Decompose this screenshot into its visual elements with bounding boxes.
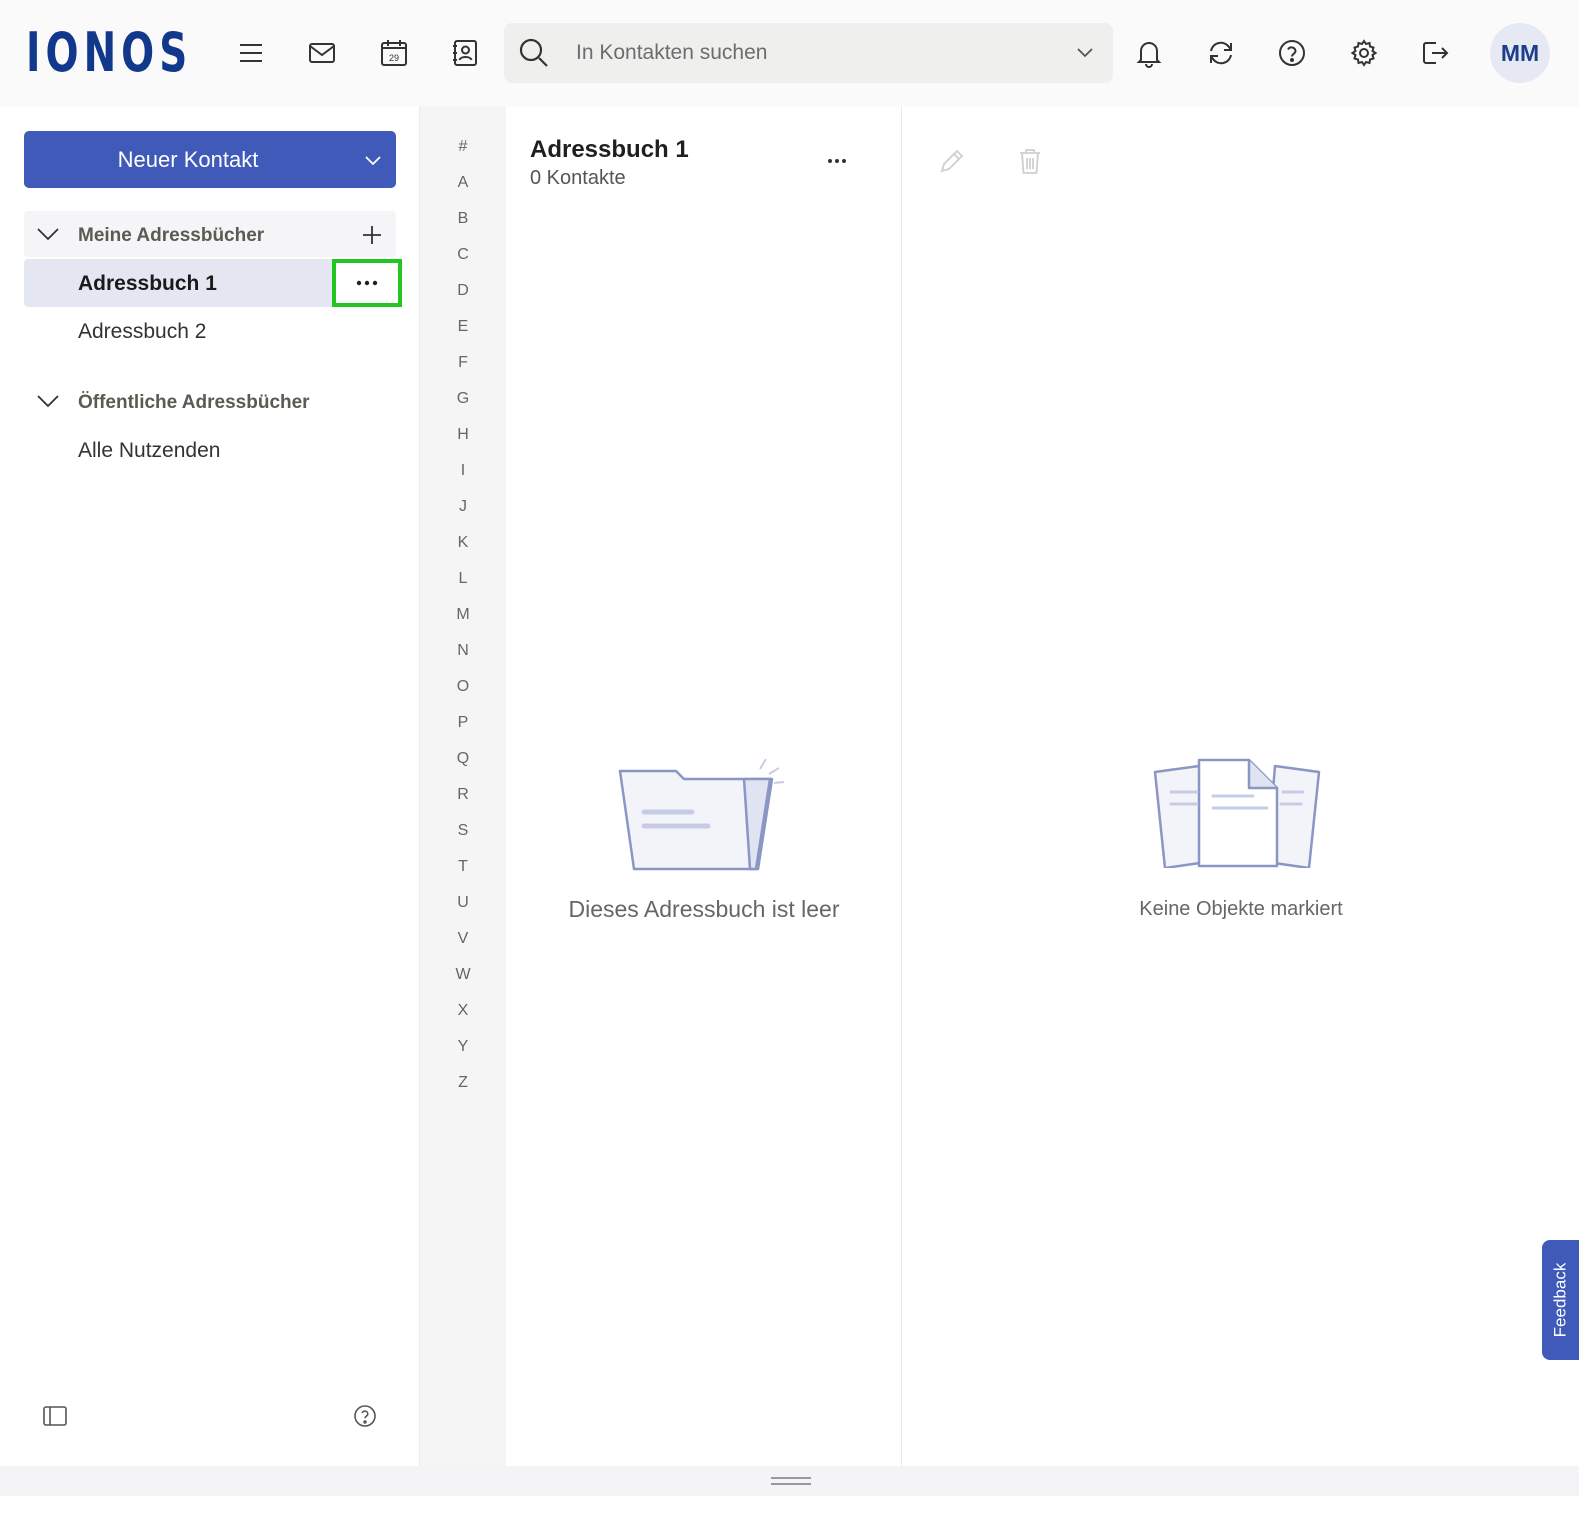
alphabet-letter-o[interactable]: O [420,678,506,696]
no-selection-documents-icon [1153,758,1321,868]
feedback-button[interactable]: Feedback [1542,1240,1579,1360]
alphabet-letter-h[interactable]: H [420,426,506,444]
alphabet-letter-hash[interactable]: # [420,138,506,156]
sidebar-item-adressbuch-2[interactable]: Adressbuch 2 [24,307,396,355]
addressbook-options-button[interactable] [332,259,402,307]
alphabet-letter-b[interactable]: B [420,210,506,228]
chevron-down-icon[interactable] [36,222,60,246]
alphabet-letter-x[interactable]: X [420,1002,506,1020]
edit-icon[interactable] [937,146,967,176]
avatar[interactable]: MM [1490,23,1550,83]
alphabet-letter-i[interactable]: I [420,462,506,480]
sidebar-item-adressbuch-1[interactable]: Adressbuch 1 [24,259,402,307]
list-title: Adressbuch 1 [530,136,689,163]
help-icon[interactable] [1273,34,1311,72]
alphabet-letter-a[interactable]: A [420,174,506,192]
chevron-down-icon[interactable] [362,149,384,171]
trash-icon[interactable] [1015,146,1045,176]
sidebar-item-label: Adressbuch 1 [78,272,217,295]
alphabet-letter-y[interactable]: Y [420,1038,506,1056]
mail-icon[interactable] [303,34,341,72]
bell-icon[interactable] [1130,34,1168,72]
search-icon[interactable] [518,37,550,69]
alphabet-letter-u[interactable]: U [420,894,506,912]
chevron-down-icon[interactable] [36,389,60,413]
alphabet-letter-g[interactable]: G [420,390,506,408]
public-addressbooks-label: Öffentliche Adressbücher [78,392,310,413]
alphabet-letter-q[interactable]: Q [420,750,506,768]
alphabet-letter-v[interactable]: V [420,930,506,948]
logout-icon[interactable] [1416,34,1454,72]
alphabet-letter-k[interactable]: K [420,534,506,552]
alphabet-letter-j[interactable]: J [420,498,506,516]
search-bar [504,23,1113,83]
bottom-bar [0,1466,1579,1496]
more-horizontal-icon [356,280,378,286]
alphabet-letter-m[interactable]: M [420,606,506,624]
alphabet-letter-e[interactable]: E [420,318,506,336]
settings-icon[interactable] [1345,34,1383,72]
contact-list-pane: Adressbuch 1 0 Kontakte Dieses Adressbuc… [506,106,902,1466]
alphabet-letter-f[interactable]: F [420,354,506,372]
ionos-logo[interactable]: IONOS [26,26,192,80]
empty-list-text: Dieses Adressbuch ist leer [568,896,840,922]
alphabet-letter-l[interactable]: L [420,570,506,588]
sync-icon[interactable] [1202,34,1240,72]
detail-pane: Keine Objekte markiert [903,106,1579,1466]
alphabet-letter-p[interactable]: P [420,714,506,732]
alphabet-letter-z[interactable]: Z [420,1074,506,1092]
alphabet-index: # A B C D E F G H I J K L M N O P Q R S T U V W X Y Z [420,106,506,1466]
new-contact-button[interactable]: Neuer Kontakt [24,131,396,188]
empty-folder-icon [618,758,785,871]
calendar-icon[interactable]: 29 [375,34,413,72]
sidebar: Neuer Kontakt Meine Adressbücher Adressb… [0,106,420,1466]
my-addressbooks-label: Meine Adressbücher [78,225,265,246]
chevron-down-icon[interactable] [1075,43,1095,63]
calendar-day: 29 [389,53,399,63]
more-horizontal-icon [828,159,846,163]
alphabet-letter-t[interactable]: T [420,858,506,876]
alphabet-letter-n[interactable]: N [420,642,506,660]
toggle-sidebar-icon[interactable] [42,1403,68,1429]
public-addressbooks-header[interactable]: Öffentliche Adressbücher [24,378,396,424]
no-selection-text: Keine Objekte markiert [1139,898,1343,920]
sidebar-item-label: Alle Nutzenden [78,439,221,462]
alphabet-letter-w[interactable]: W [420,966,506,984]
top-bar: IONOS 29 MM [0,0,1579,106]
feedback-label: Feedback [1550,1262,1570,1338]
menu-icon[interactable] [232,34,270,72]
sidebar-item-label: Adressbuch 2 [78,320,207,343]
contact-count: 0 Kontakte [530,167,626,189]
my-addressbooks-header[interactable]: Meine Adressbücher [24,211,396,257]
add-addressbook-icon[interactable] [360,223,384,247]
search-input[interactable] [576,33,1056,73]
alphabet-letter-c[interactable]: C [420,246,506,264]
resize-handle-icon[interactable] [771,1476,811,1486]
alphabet-letter-d[interactable]: D [420,282,506,300]
alphabet-letter-s[interactable]: S [420,822,506,840]
sidebar-item-alle-nutzenden[interactable]: Alle Nutzenden [24,426,396,474]
alphabet-letter-r[interactable]: R [420,786,506,804]
new-contact-label: Neuer Kontakt [117,147,259,172]
contacts-icon[interactable] [446,34,484,72]
help-icon[interactable] [352,1403,378,1429]
list-options-button[interactable] [822,146,852,176]
